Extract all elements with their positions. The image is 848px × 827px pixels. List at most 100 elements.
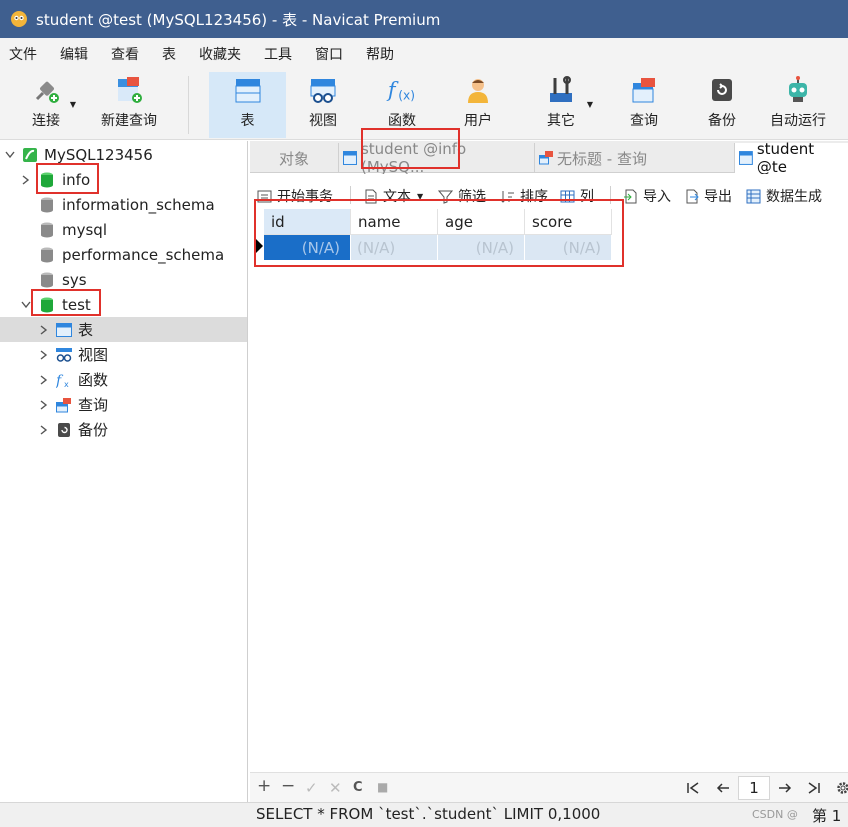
query-icon [628, 74, 660, 106]
backup-icon [58, 422, 70, 437]
tab-student-test-label: student @te [756, 140, 815, 176]
node-label-queries: 查询 [78, 396, 109, 414]
first-page-icon[interactable] [686, 782, 700, 794]
tree-node-backups[interactable]: 备份 [0, 417, 247, 442]
menu-table[interactable]: 表 [153, 44, 190, 64]
new-query-icon [113, 74, 145, 106]
tree-db-information-schema[interactable]: information_schema [0, 192, 247, 217]
connect-dropdown-icon[interactable]: ▼ [70, 100, 76, 109]
db-label-performance-schema: performance_schema [62, 245, 225, 264]
svg-text:(x): (x) [398, 88, 415, 102]
menu-bar: 文件 编辑 查看 表 收藏夹 工具 窗口 帮助 [0, 38, 848, 70]
new-query-button[interactable]: 新建查询 [96, 72, 162, 138]
menu-view[interactable]: 查看 [102, 44, 153, 64]
tab-objects-label: 对象 [278, 149, 309, 168]
automation-button[interactable]: 自动运行 [766, 72, 830, 138]
chevron-right-icon[interactable] [38, 349, 50, 361]
highlight-box-grid [254, 199, 624, 267]
menu-window[interactable]: 窗口 [306, 44, 357, 64]
menu-file[interactable]: 文件 [0, 44, 51, 64]
connect-button[interactable]: 连接 ▼ [26, 72, 76, 138]
chevron-down-icon[interactable] [4, 149, 16, 161]
export-button[interactable]: 导出 [684, 186, 732, 206]
tree-db-mysql[interactable]: mysql [0, 217, 247, 242]
node-label-backups: 备份 [78, 421, 109, 439]
import-label: 导入 [643, 189, 671, 205]
last-page-icon[interactable] [807, 782, 821, 794]
menu-favorites[interactable]: 收藏夹 [190, 44, 255, 64]
query-icon [539, 151, 553, 165]
page-number-value: 1 [749, 779, 759, 797]
chevron-right-icon[interactable] [38, 399, 50, 411]
database-icon [41, 222, 53, 237]
node-label-views: 视图 [78, 346, 109, 364]
title-bar: student @test (MySQL123456) - 表 - Navica… [0, 0, 848, 38]
other-button[interactable]: 其它 ▼ [539, 72, 593, 138]
backup-label: 备份 [708, 113, 736, 129]
view-icon [56, 347, 72, 362]
backup-icon [706, 74, 738, 106]
user-icon [462, 74, 494, 106]
export-icon [686, 189, 699, 203]
tree-node-tables[interactable]: 表 [0, 317, 247, 342]
menu-tools[interactable]: 工具 [255, 44, 306, 64]
page-indicator: 第 1 页 [812, 807, 842, 825]
svg-text:x: x [64, 380, 69, 388]
tree-node-queries[interactable]: 查询 [0, 392, 247, 417]
menu-help[interactable]: 帮助 [357, 44, 408, 64]
backup-button[interactable]: 备份 [700, 72, 744, 138]
view-button[interactable]: 视图 [301, 72, 345, 138]
connection-label: MySQL123456 [44, 145, 153, 164]
add-record-button[interactable]: + [257, 776, 271, 796]
apply-changes-button[interactable]: ✓ [305, 779, 318, 797]
menu-edit[interactable]: 编辑 [51, 44, 102, 64]
discard-changes-button[interactable]: ✕ [329, 779, 342, 797]
chevron-right-icon[interactable] [38, 424, 50, 436]
data-generation-button[interactable]: 数据生成 [746, 186, 822, 206]
robot-icon [782, 74, 814, 106]
delete-record-button[interactable]: − [281, 776, 295, 796]
window-title: student @test (MySQL123456) - 表 - Navica… [36, 10, 441, 29]
previous-page-icon[interactable] [716, 782, 730, 794]
query-button[interactable]: 查询 [622, 72, 666, 138]
connect-label: 连接 [32, 113, 60, 129]
db-label-sys: sys [62, 270, 87, 289]
status-bar: SELECT * FROM `test`.`student` LIMIT 0,1… [0, 802, 848, 827]
record-navigation-bar: + − ✓ ✕ C ■ 1 [250, 772, 848, 802]
database-icon [41, 272, 53, 287]
tree-node-functions[interactable]: fx 函数 [0, 367, 247, 392]
table-button[interactable]: 表 [209, 72, 286, 138]
tools-icon [545, 74, 577, 106]
navicat-logo-icon [11, 11, 27, 27]
highlight-box-info [36, 163, 99, 194]
other-dropdown-icon[interactable]: ▼ [587, 100, 593, 109]
stop-button[interactable]: ■ [377, 780, 388, 794]
table-label: 表 [240, 113, 255, 129]
refresh-button[interactable]: C [353, 780, 363, 795]
chevron-right-icon[interactable] [38, 324, 50, 336]
query-icon [56, 397, 71, 412]
db-label-information-schema: information_schema [62, 195, 215, 214]
navigation-pane: MySQL123456 info information_schema mysq… [0, 141, 248, 827]
table-icon [739, 151, 753, 165]
import-button[interactable]: 导入 [623, 186, 671, 206]
watermark-text: CSDN @ [752, 808, 798, 821]
tree-db-performance-schema[interactable]: performance_schema [0, 242, 247, 267]
other-label: 其它 [547, 113, 575, 129]
query-label: 查询 [630, 113, 658, 129]
function-icon: f (x) [386, 74, 418, 106]
page-number-input[interactable]: 1 [738, 776, 770, 800]
tab-untitled-query[interactable]: 无标题 - 查询 [534, 143, 734, 173]
view-label: 视图 [309, 113, 337, 129]
chevron-right-icon[interactable] [38, 374, 50, 386]
settings-gear-icon[interactable] [836, 781, 848, 795]
chevron-right-icon[interactable] [20, 174, 32, 186]
user-button[interactable]: 用户 [456, 72, 500, 138]
tab-objects[interactable]: 对象 [250, 143, 338, 173]
tree-node-views[interactable]: 视图 [0, 342, 247, 367]
tab-student-test[interactable]: student @te [734, 140, 848, 176]
next-page-icon[interactable] [778, 782, 792, 794]
tabs-bar: 对象 student @info (MySQ... 无标题 - 查询 stude… [250, 140, 848, 176]
mysql-connection-icon [23, 147, 37, 162]
sql-statement: SELECT * FROM `test`.`student` LIMIT 0,1… [256, 805, 601, 823]
